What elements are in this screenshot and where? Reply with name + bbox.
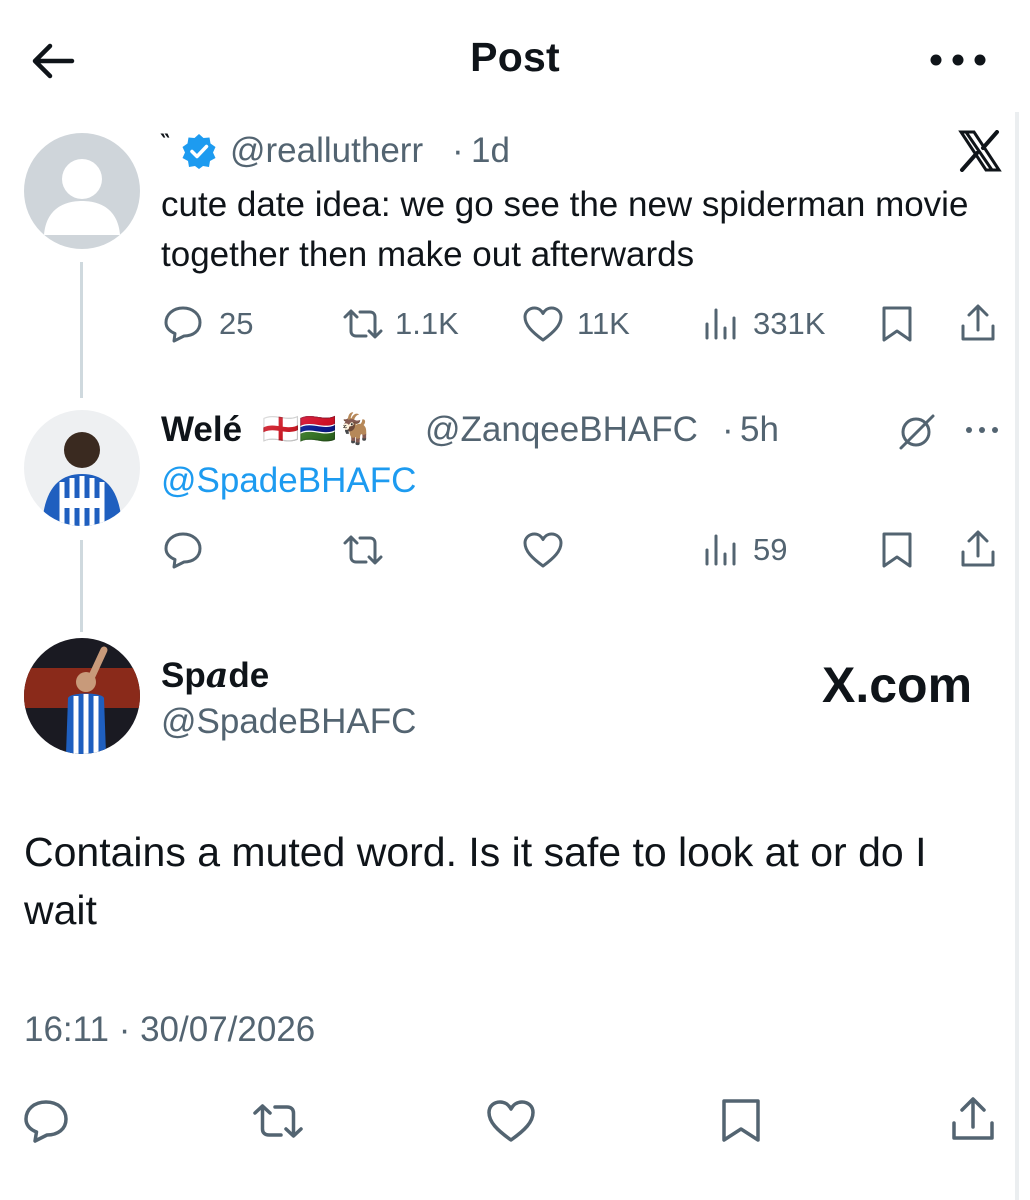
- views-button[interactable]: [702, 304, 742, 344]
- quoted-tweet-text: cute date idea: we go see the new spider…: [161, 185, 969, 274]
- thread-line: [80, 262, 83, 398]
- separator-dot: ·: [722, 410, 734, 449]
- share-button[interactable]: [948, 1094, 998, 1144]
- main-display-name[interactable]: Spade: [161, 655, 269, 696]
- views-count: 331K: [753, 306, 826, 341]
- reply-button[interactable]: [22, 1098, 70, 1144]
- avatar-zanqee[interactable]: [24, 410, 140, 526]
- more-horizontal-icon: [966, 427, 998, 433]
- scroll-edge: [1015, 112, 1019, 1200]
- quoted-time: 1d: [471, 131, 510, 170]
- like-button[interactable]: [485, 1098, 537, 1144]
- repost-count: 1.1K: [395, 306, 459, 341]
- views-count: 59: [753, 532, 788, 567]
- repost-button[interactable]: [340, 304, 386, 344]
- views-chart-icon: [705, 534, 736, 566]
- share-icon: [961, 530, 995, 567]
- avatar-spade[interactable]: [24, 638, 140, 754]
- main-handle[interactable]: @SpadeBHAFC: [161, 702, 416, 742]
- display-name-part: de: [228, 656, 270, 695]
- reply-time: 5h: [740, 410, 779, 449]
- bookmark-icon: [722, 1099, 760, 1142]
- repost-icon: [343, 535, 383, 565]
- share-icon: [961, 304, 995, 341]
- verified-badge-icon: [181, 133, 217, 169]
- reply-button[interactable]: [163, 304, 203, 344]
- bookmark-icon: [882, 306, 912, 342]
- reply-display-name[interactable]: Welé: [161, 410, 242, 450]
- reply-mention[interactable]: @SpadeBHAFC: [161, 461, 416, 501]
- reply-icon: [164, 532, 202, 569]
- name-emojis: 🏴󠁧󠁢󠁥󠁮󠁧󠁿🇬🇲🐐: [262, 413, 375, 446]
- bookmark-button[interactable]: [879, 530, 915, 570]
- grok-icon[interactable]: [896, 410, 938, 452]
- profile-photo: [24, 410, 140, 526]
- bookmark-button[interactable]: [879, 304, 915, 344]
- default-avatar-icon: [24, 133, 140, 249]
- avatar-reallutherr[interactable]: [24, 133, 140, 249]
- bookmark-button[interactable]: [718, 1096, 764, 1144]
- display-name-part: a: [205, 655, 229, 696]
- display-name-part: Sp: [161, 656, 206, 695]
- views-chart-icon: [705, 308, 736, 340]
- quoted-display-name[interactable]: ‶: [160, 130, 170, 156]
- like-button[interactable]: [522, 304, 564, 344]
- more-options-button[interactable]: [926, 40, 990, 80]
- page-title: Post: [470, 34, 560, 80]
- main-tweet-text: Contains a muted word. Is it safe to loo…: [24, 829, 927, 933]
- share-button[interactable]: [958, 528, 998, 570]
- heart-icon: [487, 1100, 535, 1142]
- bookmark-icon: [882, 532, 912, 568]
- reply-icon: [24, 1100, 68, 1143]
- x-logo-icon: [958, 130, 1002, 172]
- repost-button[interactable]: [250, 1098, 306, 1144]
- like-count: 11K: [577, 306, 630, 341]
- more-horizontal-icon: [930, 54, 986, 66]
- thread-line: [80, 540, 83, 632]
- views-button[interactable]: [702, 530, 742, 570]
- reply-count: 25: [219, 306, 254, 341]
- heart-icon: [523, 532, 563, 568]
- quoted-handle[interactable]: @reallutherr: [230, 131, 423, 171]
- x-com-watermark: X.com: [822, 657, 973, 713]
- like-button[interactable]: [522, 530, 564, 570]
- repost-icon: [343, 309, 383, 339]
- repost-button[interactable]: [340, 530, 386, 570]
- share-button[interactable]: [958, 302, 998, 344]
- post-timestamp: 16:11 · 30/07/2026: [24, 1010, 316, 1049]
- heart-icon: [523, 306, 563, 342]
- reply-more-button[interactable]: [962, 420, 1002, 440]
- share-icon: [952, 1097, 994, 1140]
- profile-photo: [24, 638, 140, 754]
- reply-button[interactable]: [163, 530, 203, 570]
- reply-icon: [164, 306, 202, 343]
- separator-dot: ·: [452, 131, 464, 170]
- repost-icon: [253, 1104, 303, 1138]
- reply-handle[interactable]: @ZanqeeBHAFC: [425, 410, 698, 450]
